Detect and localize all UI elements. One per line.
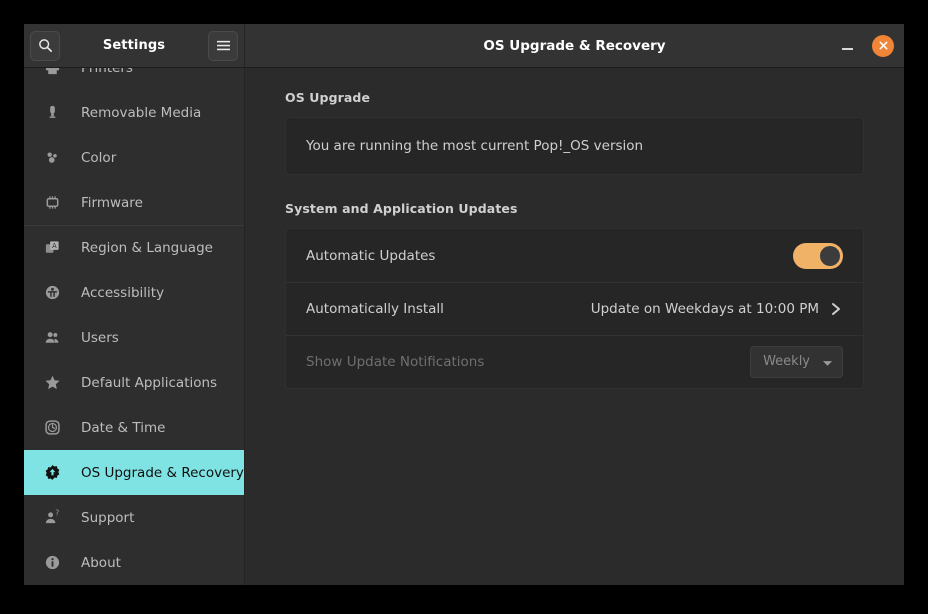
sidebar-item-support[interactable]: ? Support	[24, 495, 244, 540]
sidebar-item-accessibility[interactable]: Accessibility	[24, 270, 244, 315]
color-dots-icon	[43, 148, 62, 167]
svg-text:A: A	[52, 242, 57, 250]
sidebar-item-default-applications[interactable]: Default Applications	[24, 360, 244, 405]
sidebar-item-label: Users	[81, 330, 119, 346]
close-button[interactable]	[872, 35, 894, 57]
settings-sidebar[interactable]: Printers Removable Media	[24, 68, 245, 585]
usb-drive-icon	[43, 103, 62, 122]
sidebar-item-label: Printers	[81, 68, 133, 76]
sidebar-item-date-time[interactable]: Date & Time	[24, 405, 244, 450]
automatically-install-value: Update on Weekdays at 10:00 PM	[591, 301, 819, 317]
chevron-down-icon	[822, 352, 833, 371]
header-bar: Settings OS Upgrade & Recovery	[24, 24, 904, 68]
sidebar-item-printers[interactable]: Printers	[24, 68, 244, 90]
sidebar-item-label: Removable Media	[81, 105, 201, 121]
support-person-icon: ?	[43, 508, 62, 527]
sidebar-scroll-area: Printers Removable Media	[24, 68, 244, 585]
sidebar-item-label: Date & Time	[81, 420, 165, 436]
settings-content: OS Upgrade You are running the most curr…	[245, 68, 904, 585]
close-icon	[878, 40, 889, 51]
window-controls	[836, 35, 894, 57]
chip-icon	[43, 193, 62, 212]
sidebar-item-users[interactable]: Users	[24, 315, 244, 360]
toggle-knob	[820, 246, 840, 266]
info-icon	[43, 553, 62, 572]
sidebar-item-removable-media[interactable]: Removable Media	[24, 90, 244, 135]
row-show-update-notifications[interactable]: Show Update Notifications Weekly	[286, 335, 863, 388]
row-label: Show Update Notifications	[306, 354, 750, 370]
sidebar-item-about[interactable]: About	[24, 540, 244, 585]
os-upgrade-card: You are running the most current Pop!_OS…	[285, 117, 864, 175]
sidebar-item-label: Color	[81, 150, 116, 166]
section-title-system-updates: System and Application Updates	[285, 201, 864, 216]
app-title: Settings	[60, 38, 208, 53]
row-label: Automatically Install	[306, 301, 591, 317]
language-icon: A	[43, 238, 62, 257]
settings-window: Settings OS Upgrade & Recovery	[24, 24, 904, 585]
sidebar-item-region-language[interactable]: A Region & Language	[24, 225, 244, 270]
sidebar-header: Settings	[24, 24, 245, 67]
sidebar-item-label: About	[81, 555, 121, 571]
window-body: Printers Removable Media	[24, 68, 904, 585]
sidebar-item-color[interactable]: Color	[24, 135, 244, 180]
os-version-status-text: You are running the most current Pop!_OS…	[286, 118, 863, 174]
sidebar-item-label: Accessibility	[81, 285, 164, 301]
sidebar-item-firmware[interactable]: Firmware	[24, 180, 244, 225]
row-automatic-updates[interactable]: Automatic Updates	[286, 229, 863, 282]
row-automatically-install[interactable]: Automatically Install Update on Weekdays…	[286, 282, 863, 335]
row-label: Automatic Updates	[306, 248, 793, 264]
section-title-os-upgrade: OS Upgrade	[285, 90, 864, 105]
printer-icon	[43, 68, 62, 77]
search-button[interactable]	[30, 31, 60, 61]
search-icon	[38, 38, 53, 53]
automatic-updates-toggle[interactable]	[793, 243, 843, 269]
page-title: OS Upgrade & Recovery	[245, 38, 904, 54]
hamburger-menu-icon	[216, 39, 231, 52]
svg-text:?: ?	[55, 509, 59, 518]
accessibility-icon	[43, 283, 62, 302]
sidebar-item-label: Default Applications	[81, 375, 217, 391]
upgrade-gear-icon	[43, 463, 62, 482]
sidebar-item-label: Region & Language	[81, 240, 213, 256]
main-menu-button[interactable]	[208, 31, 238, 61]
system-updates-card: Automatic Updates Automatically Install …	[285, 228, 864, 389]
sidebar-item-label: Firmware	[81, 195, 143, 211]
users-icon	[43, 328, 62, 347]
clock-icon	[43, 418, 62, 437]
chevron-right-icon[interactable]	[829, 302, 843, 316]
window-header: OS Upgrade & Recovery	[245, 24, 904, 67]
dropdown-value: Weekly	[763, 354, 810, 369]
star-icon	[43, 373, 62, 392]
sidebar-item-label: Support	[81, 510, 134, 526]
update-notifications-dropdown[interactable]: Weekly	[750, 346, 843, 378]
sidebar-item-os-upgrade-recovery[interactable]: OS Upgrade & Recovery	[24, 450, 244, 495]
minimize-button[interactable]	[836, 35, 858, 57]
sidebar-item-label: OS Upgrade & Recovery	[81, 465, 244, 481]
